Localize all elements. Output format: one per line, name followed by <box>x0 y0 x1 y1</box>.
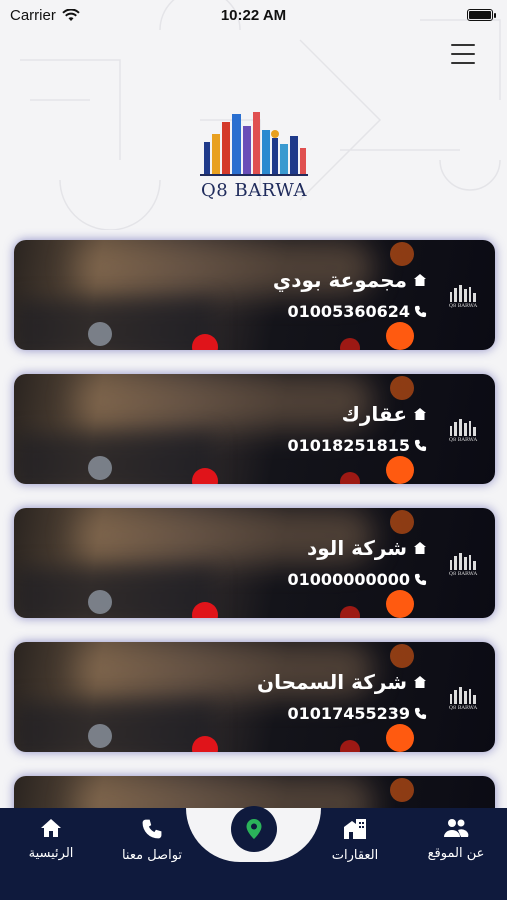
phone-small-icon <box>414 439 427 452</box>
company-card[interactable]: شركة السمحان 01017455239 Q8 BARWA <box>14 642 495 752</box>
company-phone-row[interactable]: 01005360624 <box>288 302 427 321</box>
card-logo: Q8 BARWA <box>447 552 479 578</box>
people-icon <box>444 819 469 837</box>
home-small-icon <box>414 542 426 554</box>
company-phone-row[interactable]: 01017455239 <box>288 704 427 723</box>
skyline-logo-icon <box>200 112 308 176</box>
nav-properties-label: العقارات <box>331 848 379 863</box>
card-logo: Q8 BARWA <box>447 284 479 310</box>
logo-text: Q8 BARWA <box>201 180 307 201</box>
company-phone: 01000000000 <box>287 570 410 589</box>
company-phone: 01018251815 <box>287 436 410 455</box>
status-left: Carrier <box>10 7 80 24</box>
company-card[interactable]: مجموعة بودي 01005360624 Q8 BARWA <box>14 240 495 350</box>
card-logo-text: Q8 BARWA <box>448 303 478 309</box>
company-name-row: شركة السمحان <box>257 670 427 694</box>
card-logo: Q8 BARWA <box>447 418 479 444</box>
company-name: شركة السمحان <box>257 670 407 694</box>
home-icon <box>41 819 61 837</box>
buildings-icon <box>344 819 366 839</box>
home-small-icon <box>414 676 426 688</box>
skyline-mini-icon <box>450 687 476 704</box>
phone-icon <box>142 819 162 839</box>
skyline-mini-icon <box>450 553 476 570</box>
status-time: 10:22 AM <box>220 6 287 24</box>
carrier-label: Carrier <box>10 6 56 24</box>
company-phone-row[interactable]: 01018251815 <box>288 436 427 455</box>
skyline-mini-icon <box>450 285 476 302</box>
company-list: مجموعة بودي 01005360624 Q8 BARWA عقارك 0… <box>14 240 495 900</box>
nav-contact-label: تواصل معنا <box>121 848 183 863</box>
home-small-icon <box>414 274 426 286</box>
company-name-row: شركة الود <box>307 536 427 560</box>
card-logo-text: Q8 BARWA <box>448 437 478 443</box>
nav-about[interactable]: عن الموقع <box>416 818 496 861</box>
home-small-icon <box>414 408 426 420</box>
card-logo-text: Q8 BARWA <box>448 571 478 577</box>
company-name: عقارك <box>341 402 407 426</box>
nav-home[interactable]: الرئيسية <box>11 818 91 861</box>
app-logo: Q8 BARWA <box>196 108 312 204</box>
company-card[interactable]: شركة الود 01000000000 Q8 BARWA <box>14 508 495 618</box>
nav-home-label: الرئيسية <box>28 846 74 861</box>
card-logo-text: Q8 BARWA <box>448 705 478 711</box>
nav-properties[interactable]: العقارات <box>315 818 395 863</box>
hamburger-icon[interactable] <box>451 44 475 64</box>
wifi-icon <box>62 8 80 21</box>
company-name: شركة الود <box>307 536 407 560</box>
company-phone: 01017455239 <box>287 704 410 723</box>
skyline-mini-icon <box>450 419 476 436</box>
company-name-row: مجموعة بودي <box>273 268 427 292</box>
location-button[interactable] <box>231 806 277 852</box>
battery-icon <box>467 9 496 21</box>
phone-small-icon <box>414 573 427 586</box>
company-name: مجموعة بودي <box>272 268 407 292</box>
company-card[interactable]: عقارك 01018251815 Q8 BARWA <box>14 374 495 484</box>
phone-small-icon <box>414 707 427 720</box>
location-pin-icon <box>246 819 262 839</box>
card-logo: Q8 BARWA <box>447 686 479 712</box>
company-phone-row[interactable]: 01000000000 <box>288 570 427 589</box>
nav-about-label: عن الموقع <box>427 846 485 861</box>
nav-contact[interactable]: تواصل معنا <box>112 818 192 863</box>
company-phone: 01005360624 <box>287 302 410 321</box>
company-name-row: عقارك <box>342 402 427 426</box>
phone-small-icon <box>414 305 427 318</box>
status-bar: Carrier 10:22 AM <box>0 0 507 30</box>
